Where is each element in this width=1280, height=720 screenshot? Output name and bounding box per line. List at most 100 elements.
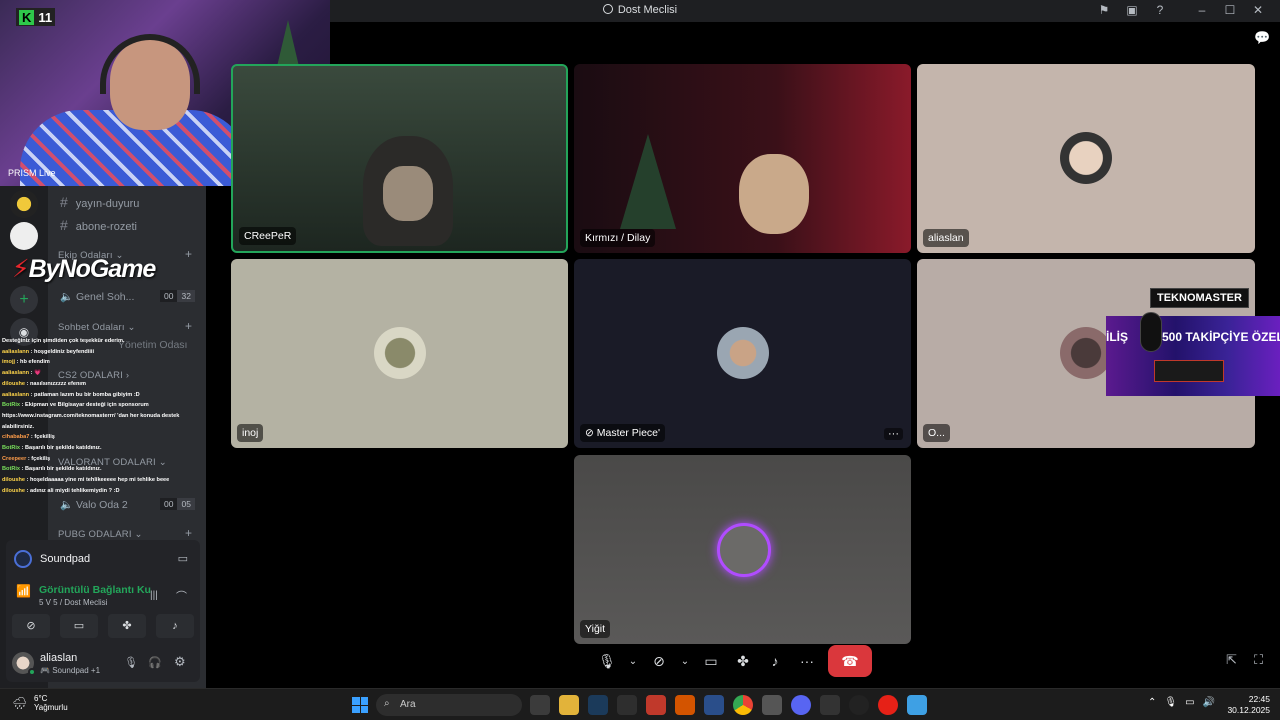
fullscreen-icon[interactable]: ⛶: [1254, 652, 1263, 668]
chat-message: BotRix : Ekipman ve Bilgisayar desteği i…: [2, 402, 180, 430]
popout-icon[interactable]: ▣: [1118, 3, 1146, 17]
channel-abone-rozeti[interactable]: # abone-rozeti: [60, 217, 137, 233]
speaker-icon: 🔈: [60, 499, 74, 511]
participant-name: Kırmızı / Dilay: [580, 229, 656, 247]
voice-channel-valo-2[interactable]: 🔈 Valo Oda 2: [60, 498, 128, 511]
participant-name: inoj: [237, 424, 264, 442]
app-icon[interactable]: [820, 695, 840, 715]
app-icon[interactable]: [704, 695, 724, 715]
chevron-down-icon[interactable]: ⌄: [680, 656, 690, 667]
chat-text: hoşgeldiniz beyfendiiii: [34, 348, 95, 355]
christmas-tree: [620, 134, 676, 229]
soundpad-row[interactable]: Soundpad: [14, 550, 90, 568]
chat-icon[interactable]: 💬: [1254, 30, 1270, 46]
category-sohbet[interactable]: Sohbet Odaları ⌄: [58, 322, 136, 333]
task-view-icon[interactable]: [530, 695, 550, 715]
popout-icon[interactable]: ⇱: [1226, 652, 1237, 668]
chat-message: diloushe : hoşeldaaaaa yine mi tehlikeee…: [2, 477, 170, 484]
screen-share-icon[interactable]: ▭: [178, 552, 188, 565]
app-icon[interactable]: [675, 695, 695, 715]
share-screen-icon[interactable]: ▭: [700, 653, 722, 670]
promo-left-text: İLİŞ: [1106, 330, 1129, 344]
connection-status[interactable]: 📶 Görüntülü Bağlantı Ku 5 V 5 / Dost Mec…: [16, 584, 151, 607]
video-tile[interactable]: CReePeR: [231, 64, 568, 253]
hash-icon: #: [60, 217, 68, 233]
chat-message: Creepeer : fçekiliş: [2, 455, 51, 462]
prism-live-label: PRISM Live: [8, 168, 56, 178]
minimize-button[interactable]: –: [1188, 3, 1216, 17]
app-icon[interactable]: [617, 695, 637, 715]
video-tile[interactable]: ⊘ Master Piece' ···: [574, 259, 911, 448]
discord-icon[interactable]: [791, 695, 811, 715]
taskbar-search[interactable]: ⌕ Ara: [376, 694, 522, 716]
camera-off-icon[interactable]: ⊘: [648, 653, 670, 670]
participant-name: CReePeR: [239, 227, 297, 245]
clock[interactable]: 22:45 30.12.2025: [1227, 694, 1270, 716]
activity-icon[interactable]: ✤: [732, 653, 754, 670]
more-options-button[interactable]: ···: [884, 428, 903, 440]
category-pubg[interactable]: PUBG ODALARI ⌄: [58, 529, 143, 540]
soundboard-button[interactable]: ♪: [156, 614, 194, 638]
maximize-button[interactable]: ☐: [1216, 3, 1244, 17]
chat-message: aaliaslann : 💗: [2, 370, 42, 377]
disconnect-icon[interactable]: ⌒: [176, 588, 187, 604]
participant-avatar: [1060, 132, 1112, 184]
add-server-icon[interactable]: +: [10, 286, 38, 314]
chat-message: aaliaslann : patlaman lazım bu bir bomba…: [2, 391, 140, 398]
microphone-icon[interactable]: 🎙: [596, 653, 618, 670]
file-explorer-icon[interactable]: [559, 695, 579, 715]
chat-message: BotRix : Başarılı bir şekilde katıldınız…: [2, 445, 102, 452]
share-screen-button[interactable]: ▭: [60, 614, 98, 638]
streamer-headset: [100, 34, 200, 94]
activity-button[interactable]: ✤: [108, 614, 146, 638]
more-icon[interactable]: ···: [796, 653, 818, 669]
voice-channel-genel[interactable]: 🔈 Genel Soh...: [60, 290, 134, 303]
chat-username: imojj: [2, 359, 16, 366]
chevron-up-icon[interactable]: ⌃: [1148, 697, 1156, 708]
youtube-icon[interactable]: [878, 695, 898, 715]
video-tile[interactable]: aliaslan: [917, 64, 1255, 253]
video-tile[interactable]: Yiğit: [574, 455, 911, 644]
add-channel-icon[interactable]: +: [185, 526, 192, 540]
shield-icon[interactable]: [646, 695, 666, 715]
soundboard-icon[interactable]: ♪: [764, 653, 786, 669]
headphones-icon[interactable]: 🎧: [148, 656, 162, 669]
display-icon[interactable]: ▭: [1185, 697, 1194, 708]
chat-text: nasılsınızzzzz efenım: [29, 380, 86, 387]
close-button[interactable]: ✕: [1244, 3, 1272, 17]
mic-icon[interactable]: 🎙: [1164, 697, 1177, 708]
server-icon-b[interactable]: [10, 222, 38, 250]
channel-yayin-duyuru[interactable]: # yayın-duyuru: [60, 194, 139, 210]
start-button[interactable]: [352, 697, 368, 713]
inbox-icon[interactable]: ⚑: [1090, 3, 1118, 17]
taskbar-apps: [530, 695, 927, 715]
participant-name: Yiğit: [580, 620, 611, 638]
mouse-image: [1140, 312, 1162, 352]
username[interactable]: aliaslan: [40, 652, 77, 664]
chat-username: BotRix: [2, 445, 21, 452]
mic-icon[interactable]: 🎙: [124, 656, 138, 669]
help-icon[interactable]: ?: [1146, 3, 1174, 17]
title-bar-icons: ⚑ ▣ ? – ☐ ✕: [1090, 3, 1272, 17]
app-icon[interactable]: [762, 695, 782, 715]
noise-suppression-icon[interactable]: |||: [150, 590, 158, 601]
add-channel-icon[interactable]: +: [185, 319, 192, 333]
notepad-icon[interactable]: [907, 695, 927, 715]
chat-text: hb efendim: [20, 359, 50, 366]
chat-username: BotRix: [2, 466, 21, 473]
video-tile[interactable]: Kırmızı / Dilay: [574, 64, 911, 253]
obs-icon[interactable]: [849, 695, 869, 715]
steam-icon[interactable]: [588, 695, 608, 715]
chat-message: BotRix : Başarılı bir şekilde katıldınız…: [2, 466, 102, 473]
soundpad-icon: [14, 550, 32, 568]
chrome-icon[interactable]: [733, 695, 753, 715]
disconnect-button[interactable]: ☎: [828, 645, 872, 677]
volume-icon[interactable]: 🔊: [1203, 697, 1215, 708]
add-channel-icon[interactable]: +: [185, 247, 192, 261]
server-icon-a[interactable]: [10, 190, 38, 218]
camera-off-icon: ⊘: [585, 427, 594, 439]
settings-gear-icon[interactable]: ⚙: [174, 654, 186, 670]
video-tile[interactable]: inoj: [231, 259, 568, 448]
chevron-down-icon[interactable]: ⌄: [628, 656, 638, 667]
camera-off-button[interactable]: ⊘: [12, 614, 50, 638]
